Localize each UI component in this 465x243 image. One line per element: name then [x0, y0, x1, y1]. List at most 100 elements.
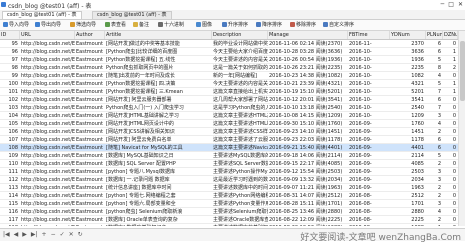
- column-header-ydnum[interactable]: YDNum: [390, 31, 426, 39]
- cell-id[interactable]: 97: [0, 56, 20, 64]
- cell-id[interactable]: 98: [0, 64, 20, 72]
- cell-artitle[interactable]: [python爬虫] Selenium爬取新浪: [105, 208, 212, 216]
- cell-artitle[interactable]: [python] 专题八.Mysql数据库: [105, 168, 212, 176]
- cell-description[interactable]: 主要讲述Selenium爬取微博: [212, 208, 268, 216]
- cell-artitle[interactable]: [网站开发]HTML网页设计中的: [105, 120, 212, 128]
- cell-fbtime[interactable]: 2016-10-: [348, 64, 390, 72]
- cell-plnum[interactable]: 4: [426, 72, 443, 80]
- cell-id[interactable]: 101: [0, 88, 20, 96]
- cell-dznum[interactable]: 0: [443, 136, 458, 144]
- cell-description[interactable]: 我的毕业设计网站做中奖设计: [212, 40, 268, 48]
- cell-url[interactable]: http://blog.csdn.net/Eastr: [20, 56, 75, 64]
- minimize-button[interactable]: ─: [441, 1, 445, 8]
- cell-plnum[interactable]: 4: [426, 208, 443, 216]
- cell-id[interactable]: 108: [0, 144, 20, 152]
- cell-artitle[interactable]: [python] 专题七.网络编程之套: [105, 192, 212, 200]
- column-header-id[interactable]: ID: [0, 31, 20, 39]
- cell-description[interactable]: 这是一篇关于如何抓取的文章: [212, 64, 268, 72]
- doc-tab-2[interactable]: csdn_blog @test01 (aff) - 表: [92, 11, 172, 19]
- apply-button[interactable]: ✓: [60, 231, 65, 238]
- cell-manage[interactable]: 2016-09-07 11:21 阅读(1963): [268, 184, 348, 192]
- cell-author[interactable]: Eastmount: [75, 56, 105, 64]
- cell-ydnum[interactable]: 1760: [390, 120, 426, 128]
- cell-fbtime[interactable]: 2016-08-: [348, 192, 390, 200]
- toolbar-button-filter[interactable]: 筛选向导: [70, 21, 96, 29]
- doc-tab-1[interactable]: csdn_blog @test01 (aff) - 表: [2, 11, 82, 19]
- cell-id[interactable]: 117: [0, 216, 20, 224]
- cell-manage[interactable]: 2016-10-12 20:01 阅读(3541): [268, 96, 348, 104]
- cell-artitle[interactable]: [数据库] MySQL基础知识之日: [105, 152, 212, 160]
- cell-author[interactable]: Eastmount: [75, 184, 105, 192]
- table-row[interactable]: 107http://blog.csdn.net/EastrEastmount[网…: [0, 136, 458, 144]
- toolbar-button-sort-custom[interactable]: 自定义排序: [323, 21, 354, 29]
- cell-id[interactable]: 96: [0, 48, 20, 56]
- cell-url[interactable]: http://blog.csdn.net/Eastr: [20, 192, 75, 200]
- cell-manage[interactable]: 2016-08-28 15:11 阅读(1701): [268, 200, 348, 208]
- cell-url[interactable]: http://blog.csdn.net/Eastr: [20, 72, 75, 80]
- cell-fbtime[interactable]: 2016-09-: [348, 160, 390, 168]
- cell-dznum[interactable]: 0: [443, 176, 458, 184]
- cell-id[interactable]: 115: [0, 200, 20, 208]
- toolbar-button-hex[interactable]: 十六进制: [158, 21, 184, 29]
- column-header-manage[interactable]: Manage: [268, 31, 348, 39]
- cell-description[interactable]: 今天主要讲述的内容是关于决策: [212, 80, 268, 88]
- cell-description[interactable]: 这篇文章主要讲述CSS样式表: [212, 128, 268, 136]
- cell-ydnum[interactable]: 2880: [390, 208, 426, 216]
- cell-artitle[interactable]: [随笔] Navicat for MySQL的工具: [105, 144, 212, 152]
- cell-ydnum[interactable]: 2512: [390, 192, 426, 200]
- column-header-description[interactable]: Description: [212, 31, 268, 39]
- cell-manage[interactable]: 2016-10-23 14:38 阅读(1082): [268, 72, 348, 80]
- cell-manage[interactable]: 2016-10-26 00:54 阅读(1936): [268, 56, 348, 64]
- cell-description[interactable]: 这篇文章主要讲述了云服务器: [212, 136, 268, 144]
- cell-fbtime[interactable]: 2016-10-: [348, 56, 390, 64]
- cell-ydnum[interactable]: 2370: [390, 40, 426, 48]
- add-record-button[interactable]: +: [42, 231, 47, 238]
- table-row[interactable]: 106http://blog.csdn.net/EastrEastmount[网…: [0, 128, 458, 136]
- close-button[interactable]: ✕: [458, 1, 463, 8]
- cell-ydnum[interactable]: 2235: [390, 64, 426, 72]
- column-header-url[interactable]: URL: [20, 31, 75, 39]
- cell-artitle[interactable]: [Python数据挖掘课程] 三.Kmean: [105, 88, 212, 96]
- cell-plnum[interactable]: 5: [426, 56, 443, 64]
- table-row[interactable]: 105http://blog.csdn.net/EastrEastmount[网…: [0, 120, 458, 128]
- cell-description[interactable]: 这是学习Python爬虫的入门: [212, 104, 268, 112]
- cell-url[interactable]: http://blog.csdn.net/Eastr: [20, 216, 75, 224]
- cell-id[interactable]: 106: [0, 128, 20, 136]
- cell-url[interactable]: http://blog.csdn.net/Eastr: [20, 184, 75, 192]
- cell-url[interactable]: http://blog.csdn.net/Eastr: [20, 40, 75, 48]
- table-row[interactable]: 101http://blog.csdn.net/EastrEastmount[P…: [0, 88, 458, 96]
- cell-author[interactable]: Eastmount: [75, 208, 105, 216]
- cell-ydnum[interactable]: 1082: [390, 72, 426, 80]
- cell-description[interactable]: 新的一年[网站编程]: [212, 72, 268, 80]
- cell-plnum[interactable]: 4: [426, 120, 443, 128]
- cell-description[interactable]: 今天主要讲述的内容是关于一元: [212, 56, 268, 64]
- cell-fbtime[interactable]: 2016-10-: [348, 96, 390, 104]
- table-row[interactable]: 109http://blog.csdn.net/EastrEastmount[数…: [0, 152, 458, 160]
- cell-dznum[interactable]: 0: [443, 152, 458, 160]
- cell-description[interactable]: 主要讲述Python操作MySQL: [212, 168, 268, 176]
- cell-description[interactable]: 主要讲述Python网络编程: [212, 192, 268, 200]
- toolbar-button-sort-desc[interactable]: 降序排序: [256, 21, 282, 29]
- cell-ydnum[interactable]: 1451: [390, 128, 426, 136]
- column-header-dznum[interactable]: DZNum: [443, 31, 458, 39]
- table-row[interactable]: 99http://blog.csdn.net/EastrEastmount[随笔…: [0, 72, 458, 80]
- table-row[interactable]: 98http://blog.csdn.net/EastrEastmountPyt…: [0, 64, 458, 72]
- cell-url[interactable]: http://blog.csdn.net/Eastr: [20, 152, 75, 160]
- cell-author[interactable]: Eastmount: [75, 88, 105, 96]
- cell-manage[interactable]: 2016-09-23 22:03 阅读(1178): [268, 136, 348, 144]
- cell-manage[interactable]: 2016-10-10 13:18 阅读(2540): [268, 104, 348, 112]
- table-row[interactable]: 97http://blog.csdn.net/EastrEastmount[Py…: [0, 56, 458, 64]
- cell-ydnum[interactable]: 2503: [390, 168, 426, 176]
- cell-description[interactable]: 这几周帮大家部署了网站项目: [212, 96, 268, 104]
- cell-url[interactable]: http://blog.csdn.net/Eastr: [20, 120, 75, 128]
- cell-manage[interactable]: 2016-09-21 15:40 阅读(4401): [268, 144, 348, 152]
- cell-id[interactable]: 104: [0, 112, 20, 120]
- cell-plnum[interactable]: 7: [426, 88, 443, 96]
- column-header-author[interactable]: Author: [75, 31, 105, 39]
- cell-dznum[interactable]: 0: [443, 224, 458, 226]
- cell-manage[interactable]: 2016-08-31 14:07 阅读(2512): [268, 192, 348, 200]
- cell-author[interactable]: Eastmount: [75, 152, 105, 160]
- cell-dznum[interactable]: 0: [443, 144, 458, 152]
- toolbar-button-sort-asc[interactable]: 升序排序: [222, 21, 248, 29]
- toolbar-button-note[interactable]: 备注: [133, 21, 149, 29]
